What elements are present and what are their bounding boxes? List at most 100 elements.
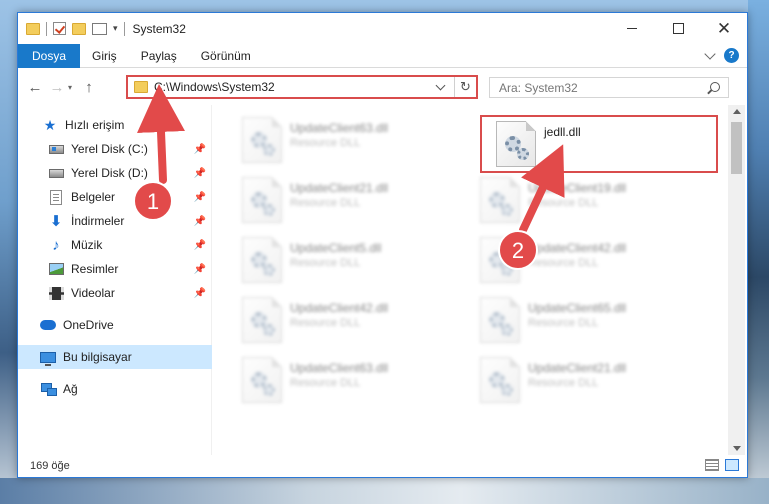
pin-icon[interactable]: 📌: [194, 264, 206, 275]
navigation-bar: ← → ▾ ↑ C:\Windows\System32 ↻ Ara: Syste…: [18, 69, 747, 105]
scroll-down-icon[interactable]: [733, 446, 741, 451]
file-item[interactable]: UpdateClient63.dll Resource DLL: [242, 117, 462, 171]
folder-icon: [134, 81, 148, 93]
file-item[interactable]: UpdateClient42.dll Resource DLL: [480, 237, 700, 291]
network-icon: [40, 381, 57, 397]
file-item[interactable]: UpdateClient65.dll Resource DLL: [480, 297, 700, 351]
file-type: Resource DLL: [290, 137, 361, 149]
search-placeholder: Ara: System32: [499, 80, 578, 95]
sidebar-item-label: İndirmeler: [71, 214, 125, 228]
window-controls: ✕: [609, 13, 747, 44]
sidebar-item-label: Belgeler: [71, 190, 116, 204]
status-bar: 169 öğe: [18, 455, 747, 477]
navigation-pane: ★ Hızlı erişim Yerel Disk (C:) 📌 Yerel D…: [18, 105, 212, 455]
sidebar-item-network[interactable]: Ağ: [18, 377, 212, 401]
tab-view[interactable]: Görünüm: [189, 44, 263, 68]
quick-access-toolbar: ▾: [18, 21, 125, 36]
scroll-up-icon[interactable]: [733, 109, 741, 114]
dll-file-icon: [242, 177, 282, 223]
pin-icon[interactable]: 📌: [194, 240, 206, 251]
refresh-icon[interactable]: ↻: [454, 77, 476, 97]
dll-file-icon: [480, 297, 520, 343]
file-type: Resource DLL: [290, 257, 361, 269]
dll-file-icon: [242, 117, 282, 163]
dll-file-icon: [242, 237, 282, 283]
properties-icon[interactable]: [92, 22, 107, 35]
sidebar-item-pictures[interactable]: Resimler 📌: [18, 257, 212, 281]
ribbon-tabs: Dosya Giriş Paylaş Görünüm ?: [18, 43, 747, 68]
tab-file[interactable]: Dosya: [18, 43, 81, 68]
up-arrow-icon[interactable]: ↑: [78, 76, 100, 98]
customize-toolbar-chevron-icon[interactable]: ▾: [113, 23, 118, 34]
file-item[interactable]: UpdateClient42.dll Resource DLL: [242, 297, 462, 351]
sidebar-item-label: OneDrive: [63, 318, 114, 332]
dll-file-icon: [496, 121, 536, 167]
file-name: UpdateClient5.dll: [290, 241, 382, 255]
file-item[interactable]: UpdateClient21.dll Resource DLL: [480, 357, 700, 411]
help-icon[interactable]: ?: [724, 48, 739, 63]
ribbon-right-controls: ?: [704, 47, 739, 63]
sidebar-item-documents[interactable]: Belgeler 📌: [18, 185, 212, 209]
file-type: Resource DLL: [528, 377, 599, 389]
videos-icon: [48, 285, 64, 301]
maximize-button[interactable]: [655, 13, 701, 44]
file-item[interactable]: UpdateClient21.dll Resource DLL: [242, 177, 462, 231]
address-path[interactable]: C:\Windows\System32: [154, 80, 433, 94]
large-icons-view-icon[interactable]: [725, 459, 739, 471]
dll-file-icon: [480, 177, 520, 223]
pin-icon[interactable]: 📌: [194, 288, 206, 299]
search-icon[interactable]: [710, 82, 720, 92]
file-name: UpdateClient19.dll: [528, 181, 627, 195]
dll-file-icon: [480, 357, 520, 403]
close-button[interactable]: ✕: [701, 13, 747, 44]
star-icon: ★: [43, 116, 57, 133]
pin-icon[interactable]: 📌: [194, 216, 206, 227]
search-input[interactable]: Ara: System32: [489, 77, 729, 98]
file-name: UpdateClient21.dll: [528, 361, 627, 375]
pin-icon[interactable]: 📌: [194, 144, 206, 155]
tab-share[interactable]: Paylaş: [129, 44, 189, 68]
file-type: Resource DLL: [290, 197, 361, 209]
view-switcher: [705, 459, 739, 471]
minimize-button[interactable]: [609, 13, 655, 44]
sidebar-item-this-pc[interactable]: Bu bilgisayar: [18, 345, 212, 369]
drive-icon: [48, 165, 64, 181]
new-folder-icon[interactable]: [72, 22, 86, 35]
sidebar-item-label: Yerel Disk (C:): [71, 142, 148, 156]
address-bar[interactable]: C:\Windows\System32 ↻: [126, 75, 478, 99]
file-item[interactable]: UpdateClient5.dll Resource DLL: [242, 237, 462, 291]
sidebar-item-videos[interactable]: Videolar 📌: [18, 281, 212, 305]
vertical-scrollbar[interactable]: [728, 105, 745, 455]
details-view-icon[interactable]: [705, 459, 719, 471]
sidebar-item-downloads[interactable]: ⬇ İndirmeler 📌: [18, 209, 212, 233]
file-type: Resource DLL: [528, 317, 599, 329]
file-type: Resource DLL: [290, 317, 361, 329]
file-name: jedll.dll: [544, 125, 581, 139]
sidebar-item-local-disk-c[interactable]: Yerel Disk (C:) 📌: [18, 137, 212, 161]
sidebar-item-music[interactable]: ♪ Müzik 📌: [18, 233, 212, 257]
file-item[interactable]: UpdateClient63.dll Resource DLL: [242, 357, 462, 411]
music-icon: ♪: [52, 236, 60, 254]
target-file-item[interactable]: jedll.dll: [480, 115, 718, 173]
back-arrow-icon[interactable]: ←: [24, 76, 46, 98]
sidebar-item-label: Videolar: [71, 286, 115, 300]
expand-ribbon-chevron-icon[interactable]: [704, 47, 716, 60]
file-name: UpdateClient21.dll: [290, 181, 389, 195]
pin-icon[interactable]: 📌: [194, 192, 206, 203]
dll-file-icon: [242, 357, 282, 403]
file-item[interactable]: UpdateClient19.dll Resource DLL: [480, 177, 700, 231]
address-history-chevron-icon[interactable]: [435, 80, 446, 90]
forward-arrow-icon[interactable]: →: [46, 76, 68, 98]
file-name: UpdateClient63.dll: [290, 121, 389, 135]
sidebar-item-label: Yerel Disk (D:): [71, 166, 148, 180]
properties-check-icon[interactable]: [53, 22, 66, 35]
pin-icon[interactable]: 📌: [194, 168, 206, 179]
sidebar-item-quick-access[interactable]: ★ Hızlı erişim: [18, 113, 212, 137]
recent-locations-chevron-icon[interactable]: ▾: [68, 83, 78, 92]
tab-home[interactable]: Giriş: [80, 44, 129, 68]
sidebar-item-onedrive[interactable]: OneDrive: [18, 313, 212, 337]
file-name: UpdateClient42.dll: [528, 241, 627, 255]
scroll-thumb[interactable]: [731, 122, 742, 174]
toolbar-divider: [46, 21, 47, 36]
sidebar-item-local-disk-d[interactable]: Yerel Disk (D:) 📌: [18, 161, 212, 185]
